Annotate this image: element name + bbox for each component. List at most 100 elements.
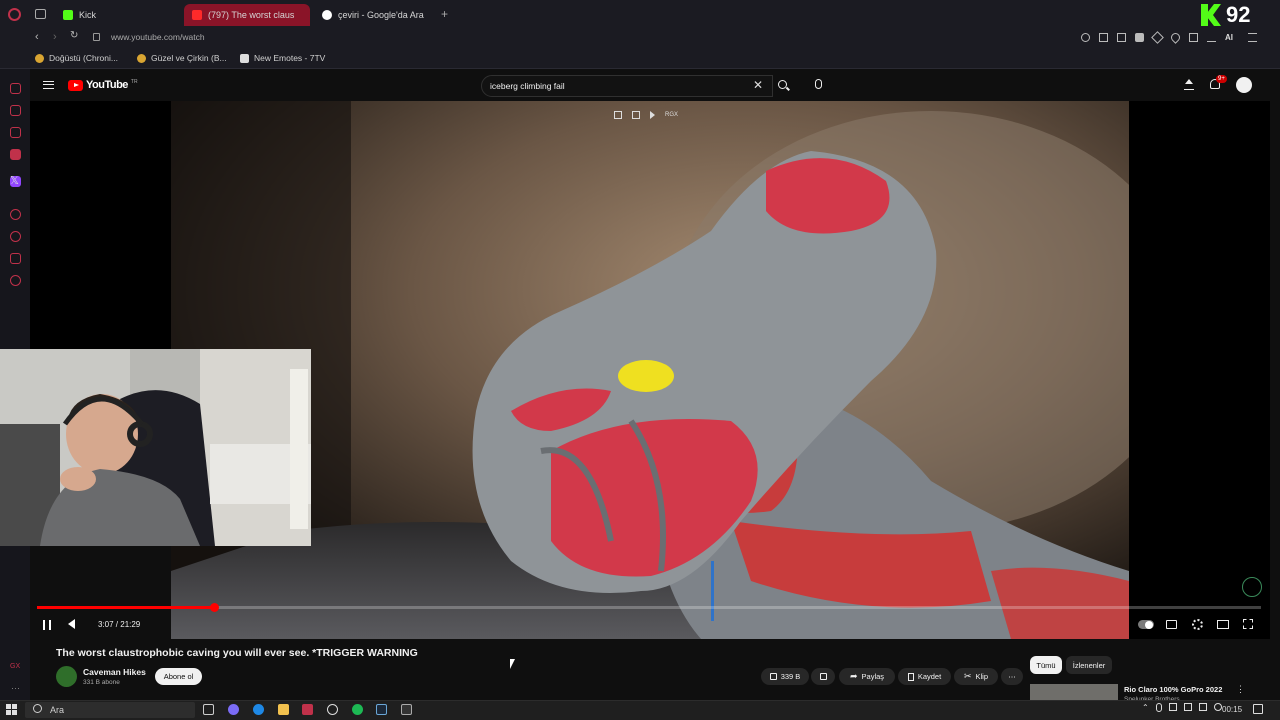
pin-icon[interactable] — [1099, 33, 1108, 42]
like-button[interactable]: 339 B — [761, 668, 809, 685]
chip-watched[interactable]: İzlenenler — [1066, 656, 1112, 674]
bookmark-item[interactable]: Doğüstü (Chroni... — [35, 53, 118, 63]
settings-gear-icon[interactable] — [10, 275, 21, 286]
url-field[interactable]: www.youtube.com/watch — [111, 32, 205, 42]
opera-logo-icon[interactable] — [8, 8, 21, 21]
recommendation-thumbnail[interactable] — [1030, 684, 1118, 700]
obs-icon[interactable] — [327, 704, 338, 715]
notification-center-icon[interactable] — [1253, 704, 1263, 714]
channel-name[interactable]: Caveman Hikes — [83, 667, 146, 677]
task-view-icon[interactable] — [203, 704, 214, 715]
bookmark-item[interactable]: Güzel ve Çirkin (B... — [137, 53, 227, 63]
channel-avatar[interactable] — [56, 666, 77, 687]
bookmark-favicon-icon — [137, 53, 146, 63]
avatar[interactable] — [1236, 77, 1252, 93]
windows-start-icon[interactable] — [6, 704, 17, 715]
video-overlay-tools: RGX — [614, 111, 678, 119]
wallet-icon[interactable] — [1189, 33, 1198, 42]
hamburger-menu-icon[interactable] — [43, 81, 54, 89]
recommendation-menu-icon[interactable]: ⋮ — [1236, 684, 1245, 695]
zoom-icon[interactable] — [1081, 33, 1090, 42]
youtube-logo[interactable]: YouTube TR — [68, 79, 138, 91]
steam-icon[interactable] — [376, 704, 387, 715]
tab-label: (797) The worst claus — [208, 10, 295, 20]
edge-icon[interactable] — [253, 704, 264, 715]
more-actions-button[interactable]: ⋯ — [1001, 668, 1023, 685]
autoplay-toggle[interactable] — [1138, 620, 1154, 629]
subscribe-button[interactable]: Abone ol — [155, 668, 202, 685]
search-input[interactable]: iceberg climbing fail — [490, 81, 565, 91]
speed-dial-icon[interactable] — [10, 83, 21, 94]
dislike-button[interactable] — [811, 668, 835, 685]
tray-app-icon[interactable] — [1168, 703, 1177, 711]
detach-icon[interactable] — [632, 111, 640, 119]
upload-icon[interactable] — [1184, 79, 1194, 90]
spotify-icon[interactable] — [352, 704, 363, 715]
recommendation-title[interactable]: Rio Claro 100% GoPro 2022 — [1124, 685, 1222, 694]
pause-icon[interactable] — [43, 620, 51, 630]
search-button[interactable] — [772, 75, 796, 97]
taskbar-search[interactable]: Ara — [25, 702, 195, 718]
more-dots-icon: ⋯ — [1008, 672, 1016, 681]
messenger-icon[interactable] — [10, 127, 21, 138]
clock[interactable]: 00:15 — [1222, 705, 1242, 714]
theater-mode-icon[interactable] — [1217, 620, 1229, 629]
share-button[interactable]: ➦ Paylaş — [839, 668, 895, 685]
twitch-icon[interactable] — [10, 149, 21, 160]
volume-icon[interactable] — [1213, 703, 1222, 711]
adblock-shield-icon[interactable] — [1135, 33, 1144, 42]
network-icon[interactable] — [1183, 703, 1192, 711]
save-button[interactable]: Kaydet — [898, 668, 951, 685]
progress-track[interactable] — [37, 606, 1261, 609]
tab-google[interactable]: çeviri - Google'da Ara — [314, 4, 440, 26]
player-icon[interactable] — [10, 209, 21, 220]
bookmark-favicon-icon — [35, 53, 44, 63]
clear-search-icon[interactable]: ✕ — [753, 78, 763, 92]
overlay-label[interactable]: RGX — [665, 112, 678, 118]
vpn-icon[interactable] — [10, 253, 21, 264]
snapshot-icon[interactable] — [1117, 33, 1126, 42]
clip-button[interactable]: ✂ Klip — [954, 668, 998, 685]
monitor-icon[interactable] — [1198, 703, 1207, 711]
settings-gear-icon[interactable] — [1192, 619, 1203, 630]
extension-icon[interactable] — [1151, 31, 1164, 44]
chevron-up-icon[interactable]: ⌃ — [1142, 703, 1149, 712]
tab-workspaces-icon[interactable] — [35, 9, 46, 19]
bookmark-item[interactable]: New Emotes - 7TV — [240, 53, 325, 63]
x-twitter-icon[interactable]: 𝕏 — [10, 174, 19, 187]
next-icon[interactable] — [650, 111, 655, 119]
opera-gx-taskbar-icon[interactable] — [302, 704, 313, 715]
more-icon[interactable]: ··· — [11, 683, 20, 693]
back-arrow-icon[interactable]: ‹ — [35, 31, 39, 43]
tab-youtube[interactable]: (797) The worst claus — [184, 4, 310, 26]
file-explorer-icon[interactable] — [278, 704, 289, 715]
youtube-favicon-icon — [192, 10, 202, 20]
video-player[interactable]: RGX — [171, 101, 1129, 639]
channel-watermark-icon[interactable] — [1242, 577, 1262, 597]
player-controls: 3:07 / 21:29 — [30, 612, 1270, 638]
microphone-icon[interactable] — [815, 79, 822, 89]
copilot-icon[interactable] — [228, 704, 239, 715]
ai-aria-icon[interactable] — [10, 105, 21, 116]
history-icon[interactable] — [10, 231, 21, 242]
ai-icon[interactable]: AI — [1225, 33, 1239, 42]
heart-icon[interactable] — [1169, 31, 1182, 44]
popout-icon[interactable] — [614, 111, 622, 119]
app-icon[interactable] — [401, 704, 412, 715]
tab-kick[interactable]: Kick — [55, 4, 180, 26]
share-arrow-icon: ➦ — [849, 671, 858, 681]
new-tab-plus-icon[interactable]: + — [441, 7, 448, 21]
menu-icon[interactable] — [1248, 33, 1257, 42]
volume-icon[interactable] — [68, 619, 75, 629]
fullscreen-icon[interactable] — [1243, 619, 1253, 629]
notifications-badge: 9+ — [1216, 75, 1227, 83]
search-box: iceberg climbing fail ✕ — [481, 75, 773, 97]
microphone-icon[interactable] — [1155, 703, 1162, 712]
download-icon[interactable] — [1207, 33, 1216, 42]
forward-arrow-icon[interactable]: › — [53, 31, 57, 43]
subtitles-icon[interactable] — [1166, 620, 1177, 629]
chip-all[interactable]: Tümü — [1030, 656, 1062, 674]
gx-icon[interactable]: GX — [10, 663, 20, 670]
reload-icon[interactable]: ↻ — [70, 30, 78, 41]
tab-label: çeviri - Google'da Ara — [338, 10, 424, 20]
